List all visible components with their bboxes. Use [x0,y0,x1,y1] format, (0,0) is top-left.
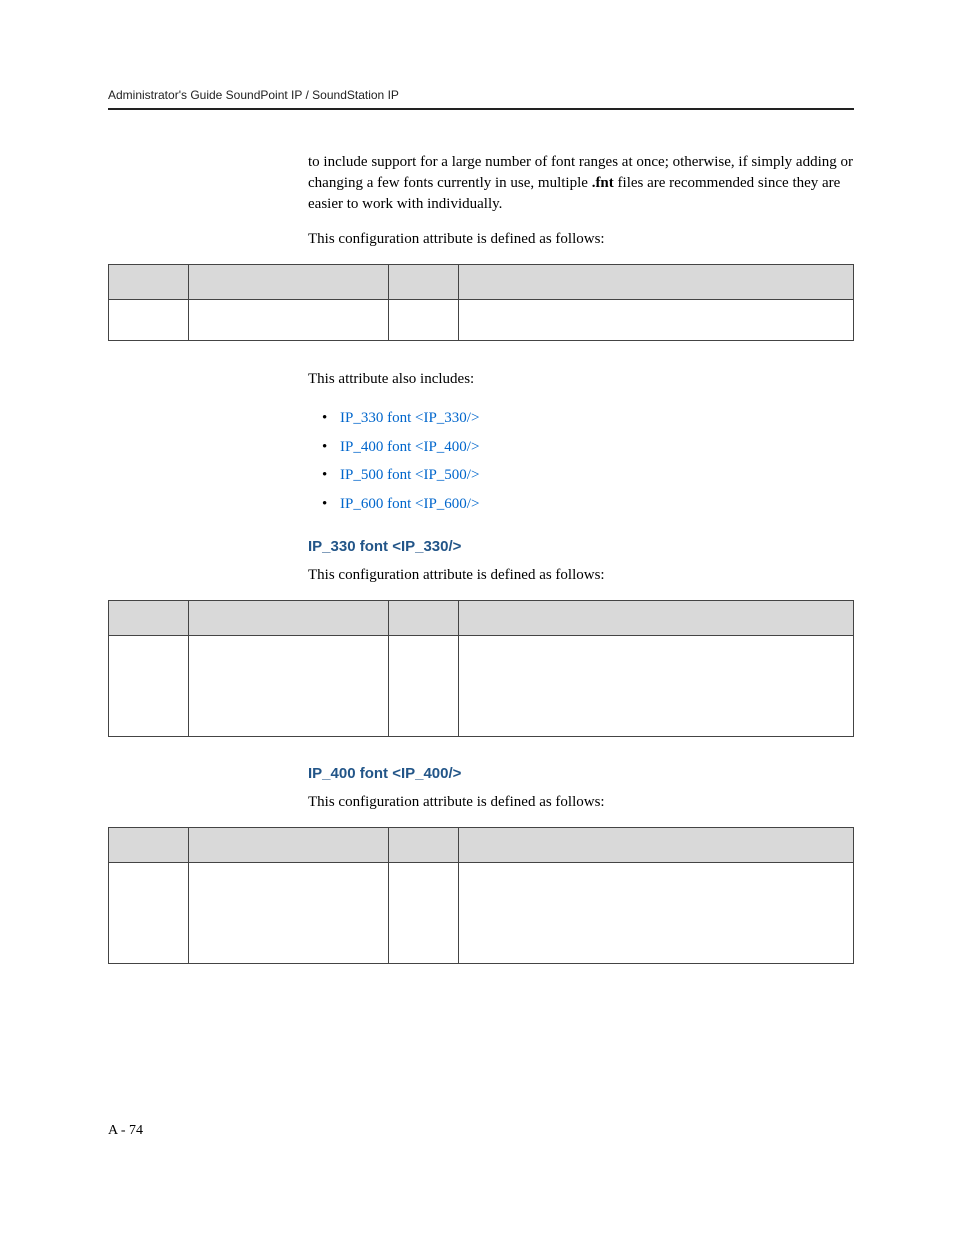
link-ip500[interactable]: IP_500 font <IP_500/> [340,467,479,483]
list-item: IP_600 font <IP_600/> [322,490,854,519]
table-row [109,636,854,737]
table-header-row [109,601,854,636]
table-header-cell [389,265,459,300]
para-ip330: This configuration attribute is defined … [308,565,854,586]
table-cell [459,863,854,964]
heading-ip330: IP_330 font <IP_330/> [308,538,854,555]
table-cell [109,863,189,964]
also-includes-text: This attribute also includes: [308,369,854,390]
table-cell [109,300,189,341]
table-cell [389,300,459,341]
link-ip400[interactable]: IP_400 font <IP_400/> [340,439,479,455]
page-number: A - 74 [108,1123,143,1139]
intro-bold-fnt: .fnt [592,175,614,191]
attribute-table-main [108,264,854,341]
table-header-cell [109,601,189,636]
para-ip400: This configuration attribute is defined … [308,792,854,813]
table-header-cell [459,265,854,300]
table-header-cell [389,828,459,863]
table-header-cell [189,828,389,863]
table-header-cell [459,601,854,636]
table-cell [459,300,854,341]
bullet-list: IP_330 font <IP_330/> IP_400 font <IP_40… [322,404,854,518]
table-cell [389,863,459,964]
running-header: Administrator's Guide SoundPoint IP / So… [108,88,854,110]
heading-ip400: IP_400 font <IP_400/> [308,765,854,782]
also-includes-block: This attribute also includes: IP_330 fon… [308,369,854,586]
section-ip400-block: IP_400 font <IP_400/> This configuration… [308,765,854,813]
list-item: IP_330 font <IP_330/> [322,404,854,433]
table-header-cell [109,828,189,863]
table-row [109,863,854,964]
table-cell [389,636,459,737]
link-ip600[interactable]: IP_600 font <IP_600/> [340,496,479,512]
table-header-cell [459,828,854,863]
table-header-row [109,828,854,863]
attribute-table-ip330 [108,600,854,737]
list-item: IP_500 font <IP_500/> [322,461,854,490]
table-header-cell [109,265,189,300]
table-header-cell [189,265,389,300]
table-header-cell [189,601,389,636]
body-content: to include support for a large number of… [308,152,854,250]
intro-paragraph-1: to include support for a large number of… [308,152,854,215]
table-header-row [109,265,854,300]
link-ip330[interactable]: IP_330 font <IP_330/> [340,410,479,426]
document-page: Administrator's Guide SoundPoint IP / So… [0,0,954,1235]
table-cell [189,300,389,341]
table-cell [189,636,389,737]
table-header-cell [389,601,459,636]
table-cell [109,636,189,737]
table-cell [189,863,389,964]
table-row [109,300,854,341]
table-cell [459,636,854,737]
list-item: IP_400 font <IP_400/> [322,433,854,462]
intro-paragraph-2: This configuration attribute is defined … [308,229,854,250]
attribute-table-ip400 [108,827,854,964]
